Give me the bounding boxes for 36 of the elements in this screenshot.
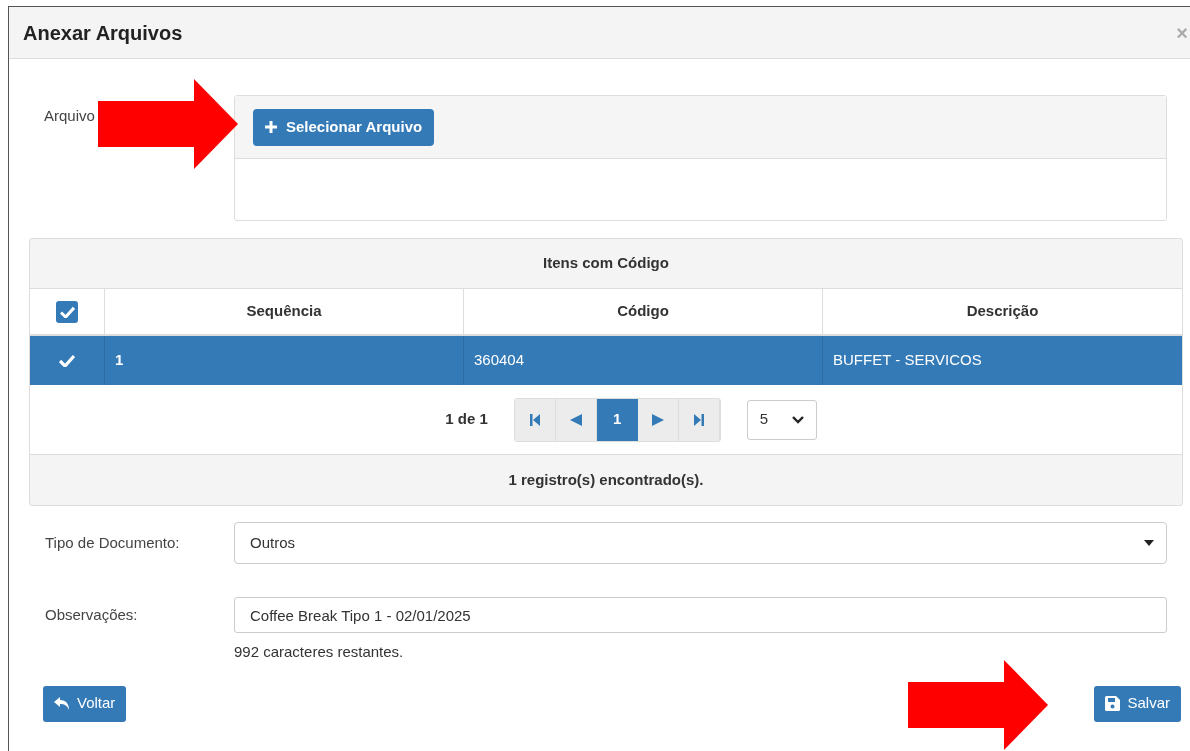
chevron-down-icon [791, 415, 804, 424]
character-counter: 992 caracteres restantes. [234, 642, 404, 662]
save-button[interactable]: Salvar [1094, 685, 1181, 722]
field-label: Tipo de Documento: [44, 532, 181, 553]
caret-down-icon [1144, 540, 1154, 546]
record-count: 1 registro(s) encontrado(s). [508, 469, 704, 490]
select-file-button[interactable]: Selecionar Arquivo [253, 108, 435, 146]
previous-icon [569, 413, 582, 426]
plus-icon [265, 121, 277, 133]
table-title: Itens com Código [543, 253, 669, 274]
page-size-select[interactable]: 5 [746, 399, 817, 440]
save-icon [1105, 696, 1121, 711]
field-label: Observações: [44, 604, 139, 625]
document-type-select[interactable]: Outros [234, 522, 1167, 564]
next-page-button[interactable] [637, 398, 679, 441]
next-icon [651, 413, 664, 426]
undo-icon [54, 696, 70, 711]
page-summary: 1 de 1 [445, 409, 488, 430]
first-page-icon [529, 413, 540, 426]
select-all-checkbox[interactable] [56, 300, 78, 323]
table-cell-text: BUFFET - SERVICOS [833, 350, 982, 371]
notes-field[interactable]: Coffee Break Tipo 1 - 02/01/2025 [234, 597, 1167, 633]
prev-page-button[interactable] [555, 398, 597, 441]
page-button[interactable]: 1 [596, 398, 638, 441]
table-row[interactable]: 1 360404 BUFFET - SERVICOS [30, 336, 1182, 385]
dialog-title: Anexar Arquivos [23, 20, 183, 46]
field-label: Arquivo [44, 106, 95, 126]
back-button[interactable]: Voltar [43, 685, 127, 722]
column-header: Descrição [965, 301, 1040, 322]
column-header: Código [464, 289, 823, 334]
column-header: Sequência [105, 289, 464, 334]
last-page-button[interactable] [678, 398, 720, 441]
first-page-button[interactable] [514, 398, 556, 441]
table-cell-text: 360404 [474, 350, 525, 371]
table-cell-text: 1 [115, 350, 124, 371]
last-page-icon [693, 413, 704, 426]
